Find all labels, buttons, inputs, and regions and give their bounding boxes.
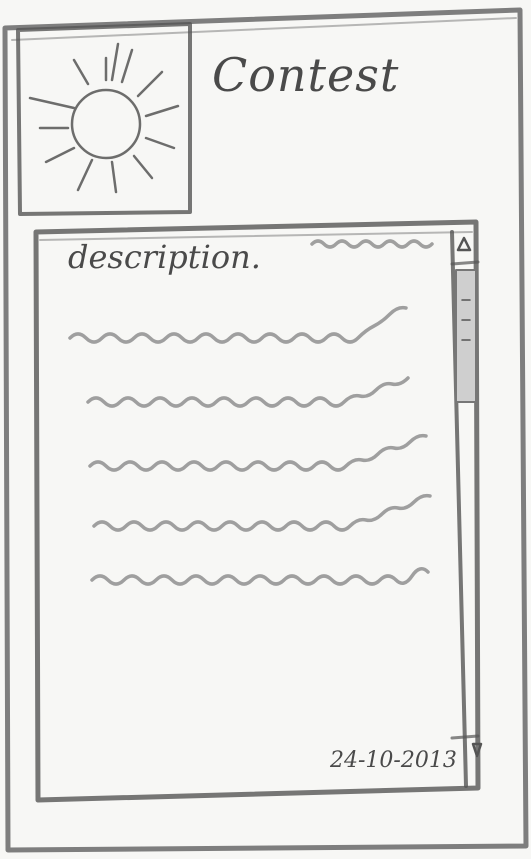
scroll-up-button[interactable] [454, 232, 476, 262]
page-title: Contest [212, 48, 400, 102]
description-box[interactable] [38, 232, 452, 792]
date-label: 24-10-2013 [330, 748, 457, 773]
scrollbar-thumb[interactable] [456, 270, 476, 402]
scroll-down-button[interactable] [466, 738, 488, 768]
contest-image[interactable] [18, 26, 190, 214]
description-label: description. [68, 238, 261, 276]
